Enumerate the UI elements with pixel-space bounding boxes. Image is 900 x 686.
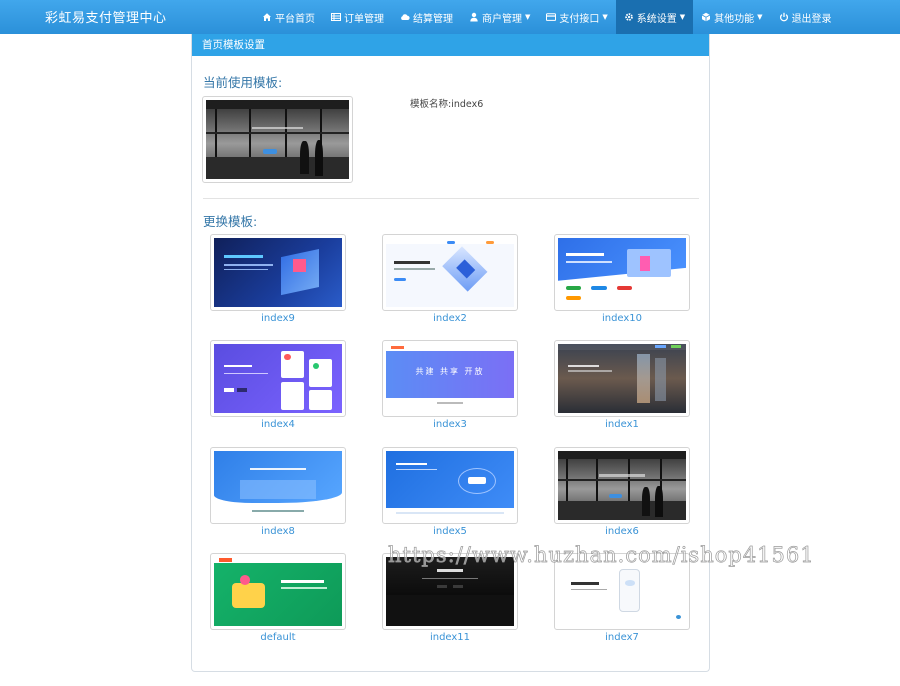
card-icon xyxy=(546,12,557,22)
template-link-index8[interactable]: index8 xyxy=(208,526,348,537)
nav-home[interactable]: 平台首页 xyxy=(254,0,323,34)
template-screenshot: 共建 共享 开放 xyxy=(386,344,514,413)
nav-merchants[interactable]: 商户管理 ▼ xyxy=(461,0,538,34)
current-template-preview xyxy=(202,96,353,183)
template-thumb-index2[interactable] xyxy=(382,234,518,311)
nav-system[interactable]: 系统设置 ▼ xyxy=(615,0,694,34)
template-thumb-index9[interactable] xyxy=(210,234,346,311)
template-link-index11[interactable]: index11 xyxy=(380,632,520,643)
power-icon xyxy=(779,12,789,22)
template-screenshot xyxy=(386,557,514,626)
template-thumb-index4[interactable] xyxy=(210,340,346,417)
cube-icon xyxy=(701,12,711,22)
template-screenshot xyxy=(558,344,686,413)
nav-label: 商户管理 xyxy=(482,13,522,25)
nav-orders[interactable]: 订单管理 xyxy=(323,0,392,34)
template-link-index5[interactable]: index5 xyxy=(380,526,520,537)
change-template-title: 更换模板: xyxy=(203,214,258,229)
caret-down-icon: ▼ xyxy=(602,13,608,21)
caret-down-icon: ▼ xyxy=(757,13,763,21)
panel-heading: 首页模板设置 xyxy=(192,34,709,56)
template-screenshot xyxy=(558,557,686,626)
nav-label: 平台首页 xyxy=(275,13,315,25)
caret-down-icon: ▼ xyxy=(679,13,686,21)
template-thumb-index1[interactable] xyxy=(554,340,690,417)
template-thumb-index5[interactable] xyxy=(382,447,518,524)
user-icon xyxy=(469,12,479,22)
template-thumb-index3[interactable]: 共建 共享 开放 xyxy=(382,340,518,417)
template-screenshot xyxy=(386,238,514,307)
list-icon xyxy=(331,12,341,22)
main-nav: 平台首页 订单管理 结算管理 商户管理 ▼ 支付接口 ▼ 系统设置 ▼ 其他功能 ▼ 退出登录 xyxy=(254,0,840,34)
template-link-index3[interactable]: index3 xyxy=(380,419,520,430)
nav-payment[interactable]: 支付接口 ▼ xyxy=(538,0,615,34)
section-divider xyxy=(203,198,699,199)
nav-label: 支付接口 xyxy=(559,13,600,25)
template-link-default[interactable]: default xyxy=(208,632,348,643)
template-link-index6[interactable]: index6 xyxy=(552,526,692,537)
nav-other[interactable]: 其他功能 ▼ xyxy=(693,0,770,34)
brand-title[interactable]: 彩虹易支付管理中心 xyxy=(45,7,167,26)
template-link-index9[interactable]: index9 xyxy=(208,313,348,324)
caret-down-icon: ▼ xyxy=(525,13,531,21)
current-template-title: 当前使用模板: xyxy=(203,75,283,90)
gear-icon xyxy=(624,12,634,22)
template-thumb-index6[interactable] xyxy=(554,447,690,524)
nav-label: 结算管理 xyxy=(413,13,453,25)
template-link-index10[interactable]: index10 xyxy=(552,313,692,324)
template-screenshot xyxy=(558,451,686,520)
template-thumb-default[interactable] xyxy=(210,553,346,630)
nav-logout[interactable]: 退出登录 xyxy=(771,0,840,34)
home-icon xyxy=(262,12,272,22)
template-screenshot xyxy=(214,238,342,307)
template-link-index2[interactable]: index2 xyxy=(380,313,520,324)
template-thumb-index8[interactable] xyxy=(210,447,346,524)
nav-label: 订单管理 xyxy=(344,13,384,25)
template-screenshot xyxy=(214,344,342,413)
template-screenshot xyxy=(214,451,342,520)
template-name-label: 模板名称: xyxy=(410,99,452,110)
template-link-index4[interactable]: index4 xyxy=(208,419,348,430)
top-navbar: 彩虹易支付管理中心 平台首页 订单管理 结算管理 商户管理 ▼ 支付接口 ▼ 系统设置 ▼ 其他功… xyxy=(0,0,900,34)
watermark-text: https://www.huzhan.com/ishop41561 xyxy=(388,543,815,568)
template-thumb-index10[interactable] xyxy=(554,234,690,311)
template-screenshot xyxy=(558,238,686,307)
template-screenshot xyxy=(386,451,514,520)
cloud-icon xyxy=(400,12,410,22)
current-template-screenshot xyxy=(206,100,349,179)
nav-label: 系统设置 xyxy=(636,13,677,25)
template-settings-panel: 首页模板设置 当前使用模板: 模板名称:index6 更换模板: index9 i… xyxy=(191,34,710,672)
nav-label: 其他功能 xyxy=(714,13,755,25)
template-link-index7[interactable]: index7 xyxy=(552,632,692,643)
template-link-index1[interactable]: index1 xyxy=(552,419,692,430)
template-banner-text: 共建 共享 开放 xyxy=(415,367,485,377)
nav-label: 退出登录 xyxy=(791,13,832,25)
nav-settlement[interactable]: 结算管理 xyxy=(392,0,461,34)
template-screenshot xyxy=(214,557,342,626)
current-template-name: 模板名称:index6 xyxy=(410,96,483,110)
template-name-value: index6 xyxy=(451,99,484,110)
